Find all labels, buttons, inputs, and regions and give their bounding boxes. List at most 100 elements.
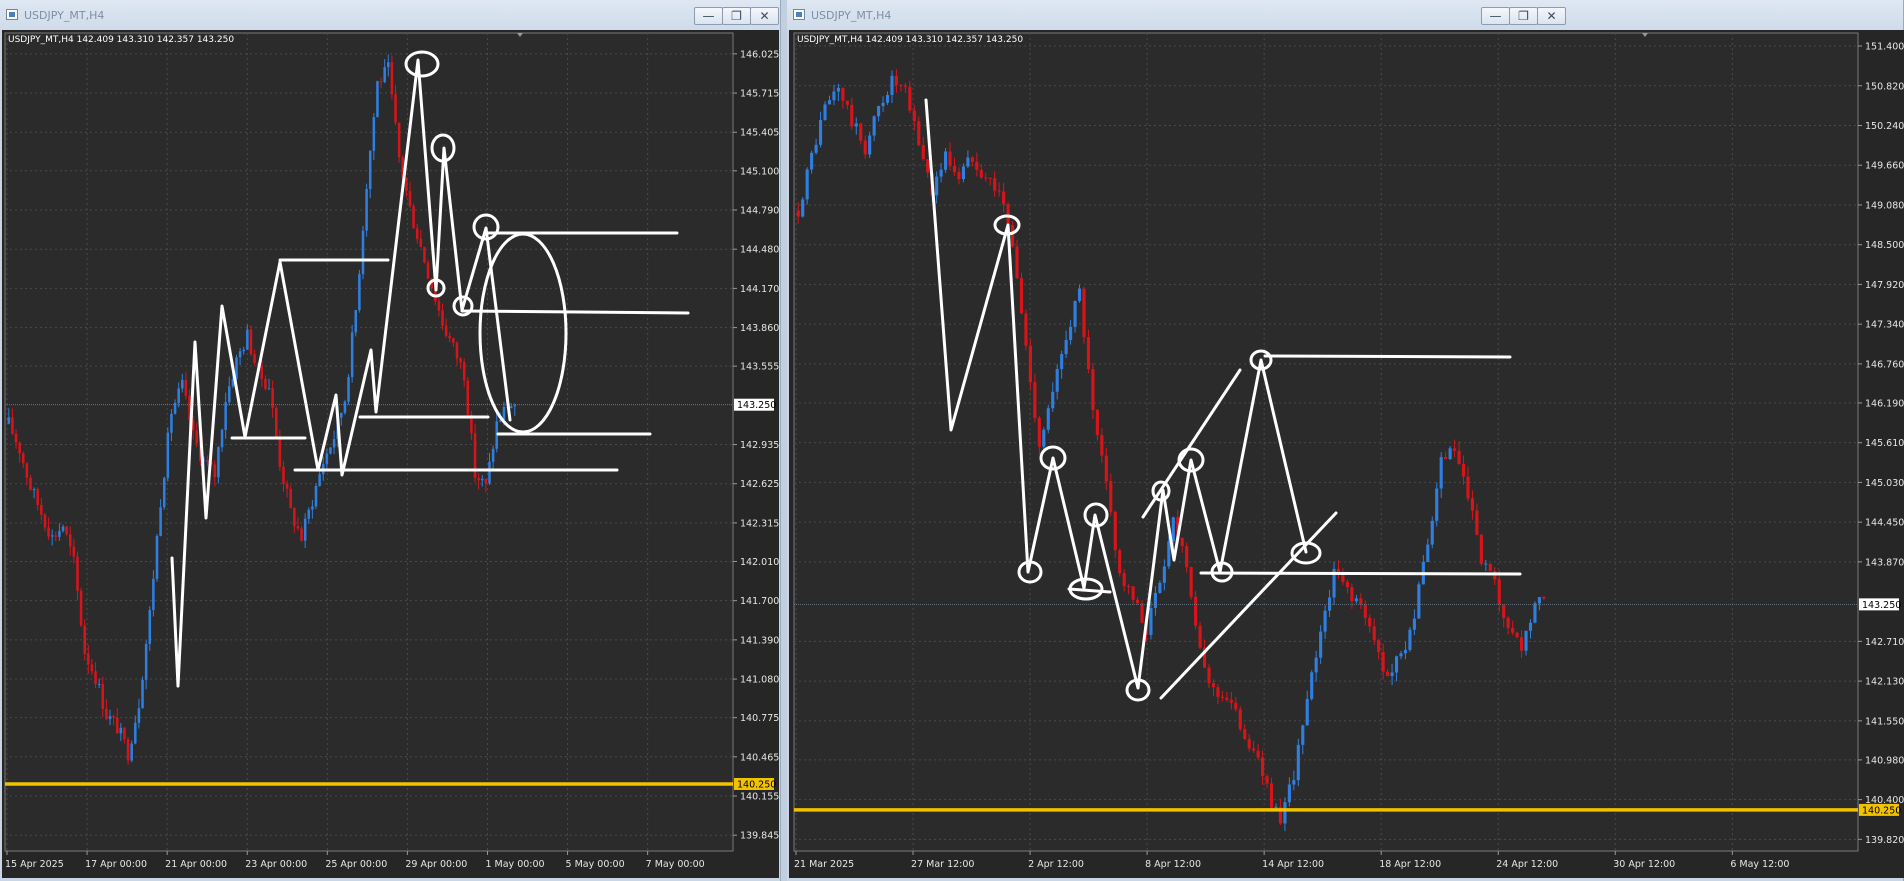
- candle-body: [1194, 596, 1198, 626]
- candle-body: [1069, 326, 1073, 340]
- candle-body: [1408, 629, 1412, 650]
- candle-body: [303, 518, 307, 541]
- chart-ohlc-info: USDJPY_MT,H4 142.409 143.310 142.357 143…: [797, 35, 1023, 45]
- candle-body: [97, 683, 101, 685]
- candle-body: [1537, 597, 1541, 604]
- candle-body: [1002, 191, 1006, 205]
- candle-body: [90, 664, 94, 672]
- price-tick-label: 144.450: [1865, 518, 1904, 529]
- candle-body: [1153, 592, 1157, 609]
- maximize-button[interactable]: ❐: [1509, 7, 1538, 25]
- price-tick-label: 140.465: [740, 752, 779, 763]
- candle-body: [94, 671, 97, 685]
- chart-window-right[interactable]: USDJPY_MT,H4 — ❐ ✕ 151.400 150.820 150.240…: [787, 0, 1904, 881]
- candle-body: [1060, 354, 1064, 370]
- candle-body: [332, 439, 336, 448]
- window-title-bar[interactable]: USDJPY_MT,H4 — ❐ ✕: [787, 0, 1903, 30]
- candle-body: [921, 145, 925, 160]
- price-tick-label: 147.920: [1865, 280, 1904, 291]
- candle-body: [801, 199, 805, 217]
- candle-body: [491, 448, 495, 462]
- chart-window-left[interactable]: USDJPY_MT,H4 — ❐ ✕ 146.025 145.715 145.405…: [0, 0, 781, 881]
- candle-body: [242, 349, 245, 352]
- window-title-bar[interactable]: USDJPY_MT,H4 — ❐ ✕: [0, 0, 780, 30]
- price-tick-label: 140.775: [740, 713, 779, 724]
- close-button[interactable]: ✕: [750, 7, 779, 25]
- candle-body: [1158, 582, 1162, 593]
- candle-body: [101, 683, 105, 709]
- candle-body: [170, 413, 173, 433]
- candle-body: [1269, 783, 1274, 808]
- candle-body: [823, 104, 827, 121]
- candle-body: [76, 556, 79, 591]
- candle-body: [939, 169, 943, 177]
- candle-body: [307, 509, 311, 519]
- candle-body: [14, 433, 18, 443]
- candle-body: [1171, 517, 1175, 542]
- candle-body: [278, 436, 282, 467]
- candle-body: [217, 447, 220, 478]
- candle-body: [1296, 744, 1300, 781]
- candle-body: [1118, 550, 1122, 574]
- candle-body: [1359, 598, 1363, 605]
- close-button[interactable]: ✕: [1537, 7, 1566, 25]
- candle-body: [1162, 566, 1166, 583]
- candle-body: [448, 335, 452, 339]
- price-tick-label: 144.790: [740, 206, 779, 217]
- candle-body: [36, 489, 39, 506]
- candle-body: [311, 506, 314, 510]
- candle-body: [466, 380, 470, 415]
- price-tick-label: 142.315: [740, 518, 779, 529]
- candle-body: [832, 91, 836, 101]
- candle-body: [220, 429, 224, 448]
- candle-body: [354, 310, 358, 333]
- plot-area: [793, 32, 1859, 852]
- candle-body: [368, 150, 372, 189]
- candle-body: [1453, 448, 1457, 451]
- candle-body: [79, 590, 83, 626]
- candle-body: [1519, 637, 1524, 651]
- candle-body: [1457, 450, 1461, 464]
- time-tick-label: 1 May 00:00: [485, 859, 544, 870]
- candle-body: [1037, 418, 1041, 447]
- price-tick-label: 142.130: [1865, 677, 1904, 688]
- candle-body: [7, 417, 11, 424]
- candle-body: [854, 123, 858, 127]
- candle-body: [126, 739, 130, 761]
- candle-body: [58, 530, 61, 537]
- candle-body: [1055, 369, 1059, 392]
- price-chart-left[interactable]: 146.025 145.715 145.405 145.100 144.790 144.4…: [2, 30, 779, 878]
- candle-body: [137, 708, 141, 723]
- candle-body: [274, 408, 278, 437]
- candle-body: [1368, 617, 1372, 627]
- candle-body: [1403, 649, 1408, 654]
- candle-body: [1390, 672, 1394, 677]
- candle-body: [441, 310, 444, 326]
- candle-body: [1292, 780, 1296, 785]
- candle-body: [796, 210, 800, 217]
- candle-body: [1082, 288, 1086, 338]
- minimize-button[interactable]: —: [1481, 7, 1510, 25]
- price-tick-label: 145.405: [740, 128, 779, 139]
- candle-body: [72, 546, 76, 557]
- candle-body: [105, 708, 108, 720]
- candle-body: [903, 85, 907, 88]
- time-tick-label: 6 May 12:00: [1730, 859, 1789, 870]
- candle-body: [387, 62, 390, 68]
- candle-body: [881, 102, 885, 107]
- candle-body: [383, 67, 386, 83]
- time-tick-label: 23 Apr 00:00: [245, 859, 307, 870]
- price-tick-label: 145.610: [1865, 438, 1904, 449]
- price-tick-label: 142.625: [740, 479, 779, 490]
- candle-body: [477, 478, 480, 481]
- candle-body: [1515, 632, 1519, 638]
- window-title: USDJPY_MT,H4: [811, 9, 892, 22]
- candle-body: [423, 247, 426, 263]
- candle-body: [1484, 563, 1488, 565]
- price-chart-right[interactable]: 151.400 150.820 150.240 149.660 149.080 148.5…: [789, 30, 1904, 878]
- candle-body: [872, 116, 876, 136]
- maximize-button[interactable]: ❐: [722, 7, 751, 25]
- candle-body: [40, 505, 43, 515]
- candle-body: [1488, 563, 1492, 572]
- minimize-button[interactable]: —: [694, 7, 723, 25]
